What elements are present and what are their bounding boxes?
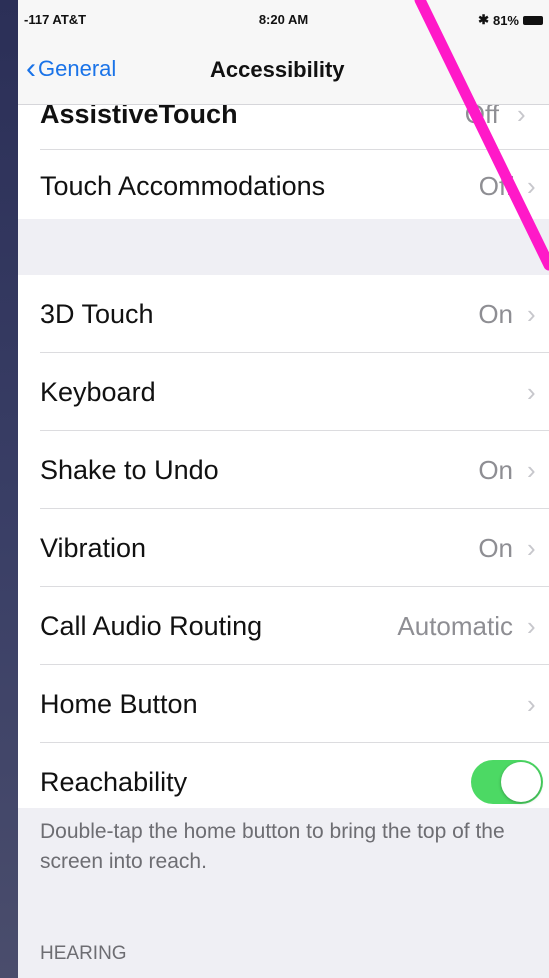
row-keyboard[interactable]: Keyboard ›	[18, 353, 549, 431]
toggle-knob	[501, 762, 541, 802]
settings-group-1: AssistiveTouch Off › Touch Accommodation…	[18, 105, 549, 219]
row-value: On	[478, 532, 513, 563]
row-value: Off	[464, 105, 499, 129]
row-label: AssistiveTouch	[40, 105, 238, 129]
bluetooth-icon: ✱	[478, 12, 489, 27]
row-reachability: Reachability	[18, 743, 549, 821]
chevron-right-icon: ›	[527, 170, 536, 201]
row-label: Home Button	[40, 688, 198, 719]
chevron-left-icon: ‹	[26, 52, 36, 85]
row-label: Touch Accommodations	[40, 170, 326, 201]
row-value: On	[478, 298, 513, 329]
navigation-bar: ‹ General Accessibility	[18, 38, 549, 105]
row-shake-to-undo[interactable]: Shake to Undo On ›	[18, 431, 549, 509]
battery-icon	[523, 15, 543, 25]
row-assistivetouch[interactable]: AssistiveTouch Off ›	[18, 105, 549, 150]
battery-percent: 81%	[492, 12, 519, 28]
chevron-right-icon: ›	[517, 105, 526, 129]
row-value: Automatic	[397, 610, 513, 641]
row-label: Keyboard	[40, 376, 156, 407]
row-call-audio-routing[interactable]: Call Audio Routing Automatic ›	[18, 587, 549, 665]
reachability-toggle[interactable]	[471, 760, 543, 804]
back-button[interactable]: ‹ General	[26, 52, 117, 85]
page-title: Accessibility	[210, 57, 345, 82]
chevron-right-icon: ›	[527, 376, 536, 407]
row-value: On	[478, 454, 513, 485]
chevron-right-icon: ›	[527, 454, 536, 485]
row-home-button[interactable]: Home Button ›	[18, 665, 549, 743]
chevron-right-icon: ›	[527, 688, 536, 719]
status-right: ✱ 81%	[478, 12, 543, 28]
status-bar: -117 AT&T 8:20 AM ✱ 81%	[18, 0, 549, 38]
row-label: 3D Touch	[40, 298, 154, 329]
phone-screen: -117 AT&T 8:20 AM ✱ 81% ‹ General Access…	[18, 0, 549, 978]
row-label: Shake to Undo	[40, 454, 219, 485]
row-label: Call Audio Routing	[40, 610, 263, 641]
chevron-right-icon: ›	[527, 532, 536, 563]
row-3d-touch[interactable]: 3D Touch On ›	[18, 275, 549, 353]
back-label: General	[38, 56, 117, 81]
chevron-right-icon: ›	[527, 610, 536, 641]
row-label: Vibration	[40, 532, 147, 563]
row-vibration[interactable]: Vibration On ›	[18, 509, 549, 587]
reachability-footnote: Double-tap the home button to bring the …	[40, 820, 505, 873]
settings-group-2: 3D Touch On › Keyboard › Shake to Undo O…	[18, 275, 549, 808]
row-touch-accommodations[interactable]: Touch Accommodations Off ›	[18, 147, 549, 225]
clock: 8:20 AM	[258, 12, 309, 27]
chevron-right-icon: ›	[527, 298, 536, 329]
row-value: Off	[478, 170, 513, 201]
row-label: Reachability	[40, 766, 188, 797]
section-header-hearing: HEARING	[40, 943, 127, 964]
